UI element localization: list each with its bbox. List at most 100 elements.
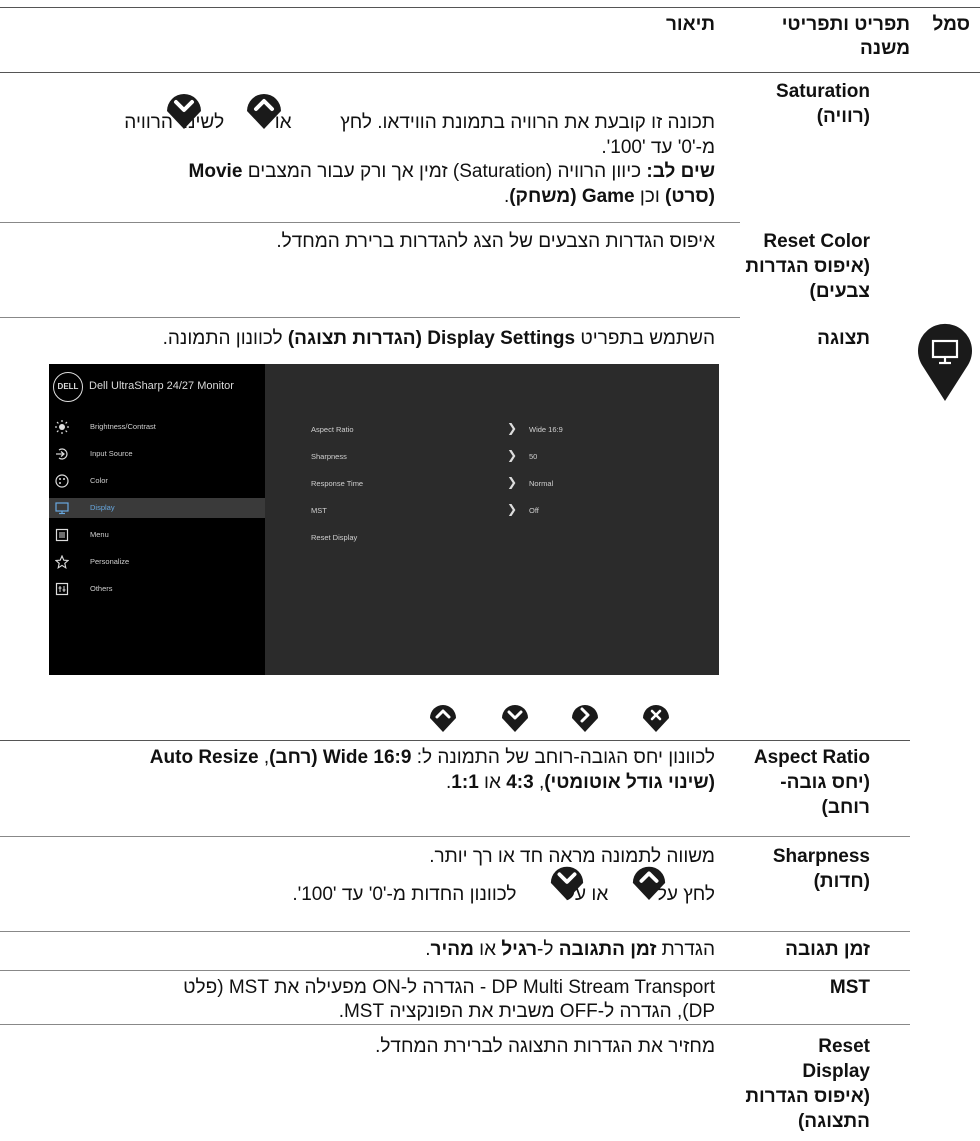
reset-display-name-1: Reset (818, 1036, 870, 1057)
reset-color-name-he-2: צבעים) (809, 281, 870, 302)
reset-display-name-2: Display (802, 1061, 870, 1082)
note-and: וכן (639, 186, 660, 207)
star-icon (54, 554, 70, 569)
note-movie: Movie (188, 161, 243, 182)
osd-menu-personalize[interactable]: Personalize (49, 552, 265, 572)
osd-value-sharpness: 50 (529, 452, 538, 461)
right-button-icon (570, 700, 600, 732)
saturation-name-he: (רוויה) (816, 106, 870, 127)
up-button-icon (428, 700, 458, 732)
response-time-desc: הגדרת זמן התגובה ל-רגיל או מהיר. (425, 939, 715, 960)
saturation-desc-text-a: תכונה זו קובעת את הרוויה בתמונת הווידאו.… (340, 112, 715, 133)
mst-desc-line1: DP Multi Stream Transport - הגדרה ל-ON מ… (183, 977, 715, 998)
chevron-right-icon: ❯ (507, 502, 518, 516)
osd-menu-label: Brightness/Contrast (90, 422, 156, 431)
display-desc: השתמש בתפריט Display Settings (הגדרות תצ… (163, 327, 715, 351)
dell-logo: DELL (53, 372, 83, 402)
osd-setting-sharpness[interactable]: Sharpness (311, 452, 347, 461)
response-time-name: זמן תגובה (785, 939, 870, 960)
others-icon (55, 582, 69, 596)
note-text: כיוון הרוויה (Saturation) זמין אך ורק עב… (247, 161, 642, 182)
osd-menu-color[interactable]: Color (49, 471, 265, 491)
aspect-desc-or: או (484, 772, 501, 793)
aspect-ratio-name-he-2: רוחב) (821, 797, 870, 818)
aspect-ratio-name-he-1: (יחס גובה- (780, 772, 870, 793)
close-button-icon (641, 700, 671, 732)
aspect-ratio-name: Aspect Ratio (753, 747, 870, 768)
monitor-small-icon (55, 501, 69, 515)
note-label: שים לב: (646, 161, 715, 182)
saturation-desc-line2: מ-'0' עד '100'. (601, 137, 715, 158)
osd-menu-label: Display (90, 503, 115, 512)
saturation-desc-line1: תכונה זו קובעת את הרוויה בתמונת הווידאו.… (124, 111, 715, 135)
display-desc-c: לכוונון התמונה. (162, 328, 283, 349)
osd-value-response-time: Normal (529, 479, 554, 488)
reset-color-desc: איפוס הגדרות הצבעים של הצג להגדרות ברירת… (276, 231, 715, 252)
osd-menu-label: Input Source (90, 449, 133, 458)
reset-color-name-he-1: (איפוס הגדרות (745, 256, 870, 277)
osd-setting-aspect-ratio[interactable]: Aspect Ratio (311, 425, 354, 434)
rt-desc-d: רגיל (501, 939, 538, 960)
osd-menu-screenshot: DELL Dell UltraSharp 24/27 Monitor Brigh… (49, 364, 719, 675)
aspect-ratio-desc-line1: לכוונון יחס הגובה-רוחב של התמונה ל: Wide… (149, 747, 715, 768)
header-description: תיאור (665, 14, 715, 35)
rt-desc-e: או (479, 939, 497, 960)
rt-desc-a: הגדרת (661, 939, 715, 960)
chevron-right-icon: ❯ (507, 421, 518, 435)
saturation-note-line1: שים לב: כיוון הרוויה (Saturation) זמין א… (189, 160, 715, 184)
down-arrow-icon (548, 860, 586, 900)
aspect-desc-wide: Wide 16:9 (רחב) (269, 747, 412, 768)
osd-menu-label: Color (90, 476, 108, 485)
osd-title: Dell UltraSharp 24/27 Monitor (89, 380, 234, 392)
up-arrow-icon (244, 87, 284, 129)
monitor-icon (917, 323, 973, 401)
header-menu: תפריט ותפריטי משנה (781, 14, 910, 59)
sharpness-desc2-c: לכוונון החדות מ-'0' עד '100'. (292, 884, 517, 905)
aspect-desc-auto: Auto Resize (149, 747, 259, 768)
display-desc-b: Display Settings (הגדרות תצוגה) (287, 328, 576, 349)
osd-setting-mst[interactable]: MST (311, 506, 327, 515)
saturation-name: Saturation (776, 81, 870, 102)
reset-display-name-he-1: (איפוס הגדרות (745, 1086, 870, 1107)
sharpness-name: Sharpness (772, 846, 870, 867)
osd-header-right (265, 364, 719, 412)
osd-menu-input-source[interactable]: Input Source (49, 444, 265, 464)
osd-setting-reset-display[interactable]: Reset Display (311, 533, 357, 542)
osd-menu-brightness[interactable]: Brightness/Contrast (49, 417, 265, 437)
aspect-desc-a: לכוונון יחס הגובה-רוחב של התמונה ל: (416, 747, 715, 768)
rt-desc-b: זמן התגובה (558, 939, 657, 960)
note-movie-he: (סרט) (665, 186, 715, 207)
display-name: תצוגה (817, 328, 870, 349)
palette-icon (55, 474, 69, 488)
reset-display-name-he-2: התצוגה) (797, 1111, 870, 1132)
reset-display-desc: מחזיר את הגדרות התצוגה לברירת המחדל. (375, 1036, 715, 1057)
sharpness-name-he: (חדות) (813, 871, 870, 892)
mst-desc-line2: DP), הגדרה ל-OFF משבית את הפונקציה MST. (338, 1001, 715, 1022)
header-symbol: סמל (932, 14, 970, 35)
osd-menu-display[interactable]: Display (49, 498, 265, 518)
aspect-desc-11: 1:1 (451, 772, 479, 793)
osd-menu-label: Personalize (90, 557, 130, 566)
rt-desc-f: מהיר (430, 939, 474, 960)
down-arrow-icon (164, 87, 204, 129)
display-desc-a: השתמש בתפריט (580, 328, 715, 349)
osd-value-mst: Off (529, 506, 539, 515)
rt-desc-c: ל- (537, 939, 554, 960)
osd-setting-response-time[interactable]: Response Time (311, 479, 363, 488)
osd-menu-label: Menu (90, 530, 109, 539)
aspect-desc-auto-he: (שינוי גודל אוטומטי) (544, 772, 715, 793)
osd-menu-others[interactable]: Others (49, 579, 265, 599)
osd-menu-label: Others (90, 584, 113, 593)
osd-menu-menu[interactable]: Menu (49, 525, 265, 545)
mst-name: MST (829, 977, 870, 998)
reset-color-name: Reset Color (763, 231, 870, 252)
saturation-note-line2: (סרט) וכן Game (משחק). (504, 185, 715, 209)
down-button-icon (500, 700, 530, 732)
up-arrow-icon (630, 860, 668, 900)
sun-icon (55, 420, 69, 434)
chevron-right-icon: ❯ (507, 475, 518, 489)
chevron-right-icon: ❯ (507, 448, 518, 462)
aspect-ratio-desc-line2: (שינוי גודל אוטומטי), 4:3 או 1:1. (446, 772, 715, 793)
note-game: Game (משחק) (509, 186, 635, 207)
osd-value-aspect-ratio: Wide 16:9 (529, 425, 563, 434)
